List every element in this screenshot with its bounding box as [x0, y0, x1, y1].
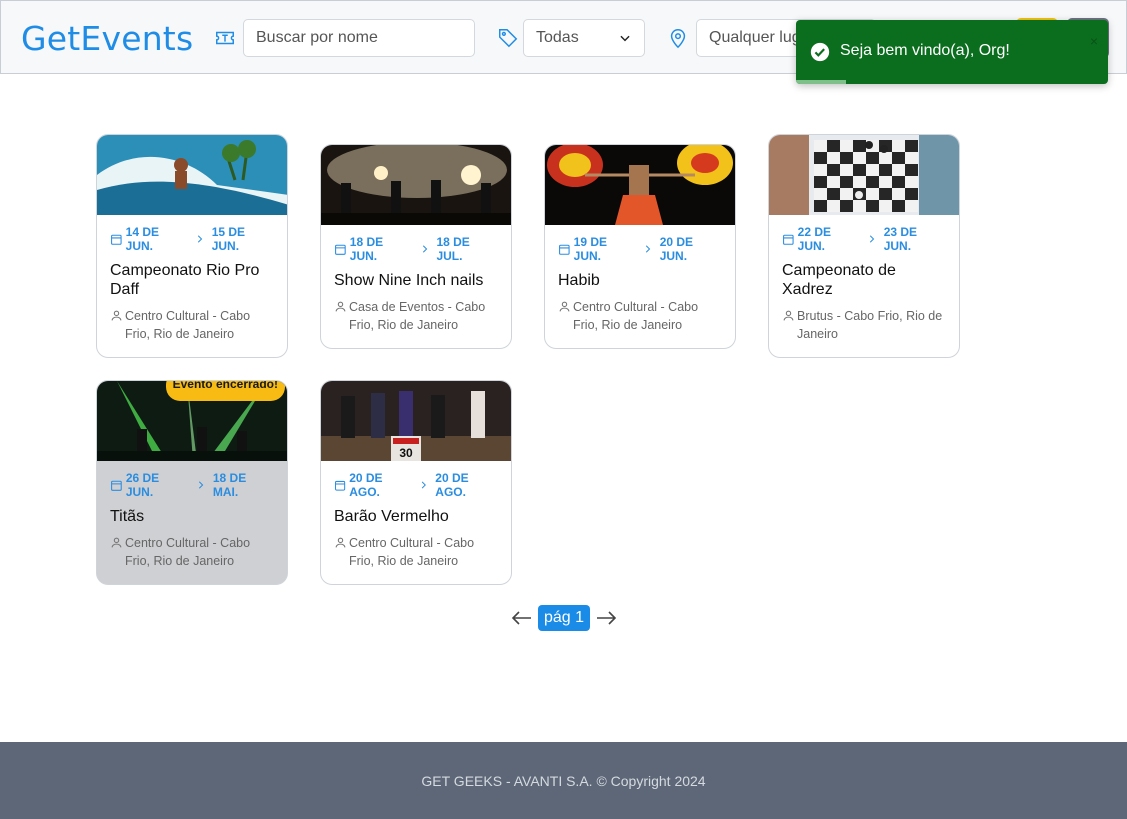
location-pin-icon [670, 29, 686, 49]
event-image [97, 135, 287, 215]
event-location: Centro Cultural - Cabo Frio, Rio de Jane… [97, 299, 287, 357]
person-icon [335, 301, 346, 312]
end-date: 23 DE JUN. [883, 225, 918, 253]
stage-sign-number: 30 [399, 446, 413, 460]
start-date: 18 DE JUN. [349, 235, 384, 263]
event-card[interactable]: 22 DE JUN. 23 DE JUN. Campeonato de Xadrez… [768, 134, 960, 358]
ended-badge: Evento encerrado! [165, 381, 285, 401]
event-title[interactable]: Show Nine Inch nails [321, 263, 511, 290]
location-text: Casa de Eventos - Cabo Frio, Rio de Jane… [349, 300, 486, 332]
person-icon [335, 537, 346, 548]
arrow-left-icon[interactable] [510, 606, 534, 630]
start-date: 22 DE JUN. [797, 225, 832, 253]
end-date: 18 DE MAI. [212, 471, 247, 499]
logo[interactable]: GetEvents [21, 19, 193, 58]
location-text: Brutus - Cabo Frio, Rio de Janeiro [797, 309, 943, 341]
chevron-down-icon [620, 35, 630, 42]
toast-message: Seja bem vindo(a), Org! [840, 42, 1010, 59]
chevron-right-icon [869, 235, 875, 243]
event-dates: 14 DE JUN. 15 DE JUN. [97, 215, 287, 253]
current-page[interactable]: pág 1 [538, 605, 591, 631]
person-icon [111, 537, 122, 548]
event-location: Centro Cultural - Cabo Frio, Rio de Jane… [545, 290, 735, 348]
event-location: Casa de Eventos - Cabo Frio, Rio de Jane… [321, 290, 511, 348]
event-image: Evento encerrado! [97, 381, 287, 461]
event-image: 30 [321, 381, 511, 461]
person-icon [559, 301, 570, 312]
event-location: Centro Cultural - Cabo Frio, Rio de Jane… [321, 526, 511, 584]
calendar-icon [335, 480, 346, 491]
welcome-toast: Seja bem vindo(a), Org! × [796, 20, 1108, 84]
event-card[interactable]: Evento encerrado! 26 DE JUN. 18 DE MAI. Tit… [96, 380, 288, 585]
arrow-right-icon[interactable] [594, 606, 618, 630]
calendar-icon [783, 234, 794, 245]
event-location: Brutus - Cabo Frio, Rio de Janeiro [769, 299, 959, 357]
tag-icon [499, 29, 518, 48]
start-date: 20 DE AGO. [349, 471, 383, 499]
location-text: Centro Cultural - Cabo Frio, Rio de Jane… [125, 309, 251, 341]
location-text: Centro Cultural - Cabo Frio, Rio de Jane… [125, 536, 251, 568]
chevron-right-icon [645, 245, 651, 253]
event-image [321, 145, 511, 225]
calendar-icon [111, 234, 122, 245]
event-card[interactable]: 18 DE JUN. 18 DE JUL. Show Nine Inch nails… [320, 144, 512, 349]
toast-close-button[interactable]: × [1090, 33, 1098, 49]
end-date: 18 DE JUL. [436, 235, 470, 263]
end-date: 15 DE JUN. [211, 225, 246, 253]
event-title[interactable]: Barão Vermelho [321, 499, 511, 526]
event-card[interactable]: 14 DE JUN. 15 DE JUN. Campeonato Rio Pro D… [96, 134, 288, 358]
category-select[interactable]: Todas [523, 19, 645, 57]
event-card[interactable]: 19 DE JUN. 20 DE JUN. Habib Centro Cultural… [544, 144, 736, 349]
footer: GET GEEKS - AVANTI S.A. © Copyright 2024 [0, 742, 1127, 819]
calendar-icon [559, 244, 570, 255]
event-card[interactable]: 30 20 DE AGO. 20 DE AGO. Barão Vermelho Cent… [320, 380, 512, 585]
copyright-text: GET GEEKS - AVANTI S.A. © Copyright 2024 [421, 772, 706, 789]
check-circle-icon [810, 42, 830, 62]
search-input[interactable]: Buscar por nome [243, 19, 475, 57]
pagination: pág 1 [510, 605, 618, 631]
ticket-icon [216, 31, 234, 45]
toast-progress-bar [796, 80, 846, 84]
event-dates: 19 DE JUN. 20 DE JUN. [545, 225, 735, 263]
start-date: 14 DE JUN. [125, 225, 160, 253]
calendar-icon [335, 244, 346, 255]
location-text: Centro Cultural - Cabo Frio, Rio de Jane… [349, 536, 475, 568]
event-location: Centro Cultural - Cabo Frio, Rio de Jane… [97, 526, 287, 584]
event-title[interactable]: Titãs [97, 499, 287, 526]
chevron-right-icon [198, 481, 204, 489]
chevron-right-icon [197, 235, 203, 243]
end-date: 20 DE AGO. [435, 471, 469, 499]
event-title[interactable]: Habib [545, 263, 735, 290]
calendar-icon [111, 480, 122, 491]
person-icon [111, 310, 122, 321]
event-dates: 26 DE JUN. 18 DE MAI. [97, 461, 287, 499]
start-date: 19 DE JUN. [573, 235, 608, 263]
event-dates: 22 DE JUN. 23 DE JUN. [769, 215, 959, 253]
person-icon [783, 310, 794, 321]
event-dates: 20 DE AGO. 20 DE AGO. [321, 461, 511, 499]
event-dates: 18 DE JUN. 18 DE JUL. [321, 225, 511, 263]
event-title[interactable]: Campeonato Rio Pro Daff [97, 253, 287, 299]
chevron-right-icon [422, 245, 427, 253]
location-text: Centro Cultural - Cabo Frio, Rio de Jane… [573, 300, 699, 332]
end-date: 20 DE JUN. [659, 235, 694, 263]
start-date: 26 DE JUN. [125, 471, 160, 499]
event-image [545, 145, 735, 225]
chevron-right-icon [421, 481, 426, 489]
event-title[interactable]: Campeonato de Xadrez [769, 253, 959, 299]
event-image [769, 135, 959, 215]
